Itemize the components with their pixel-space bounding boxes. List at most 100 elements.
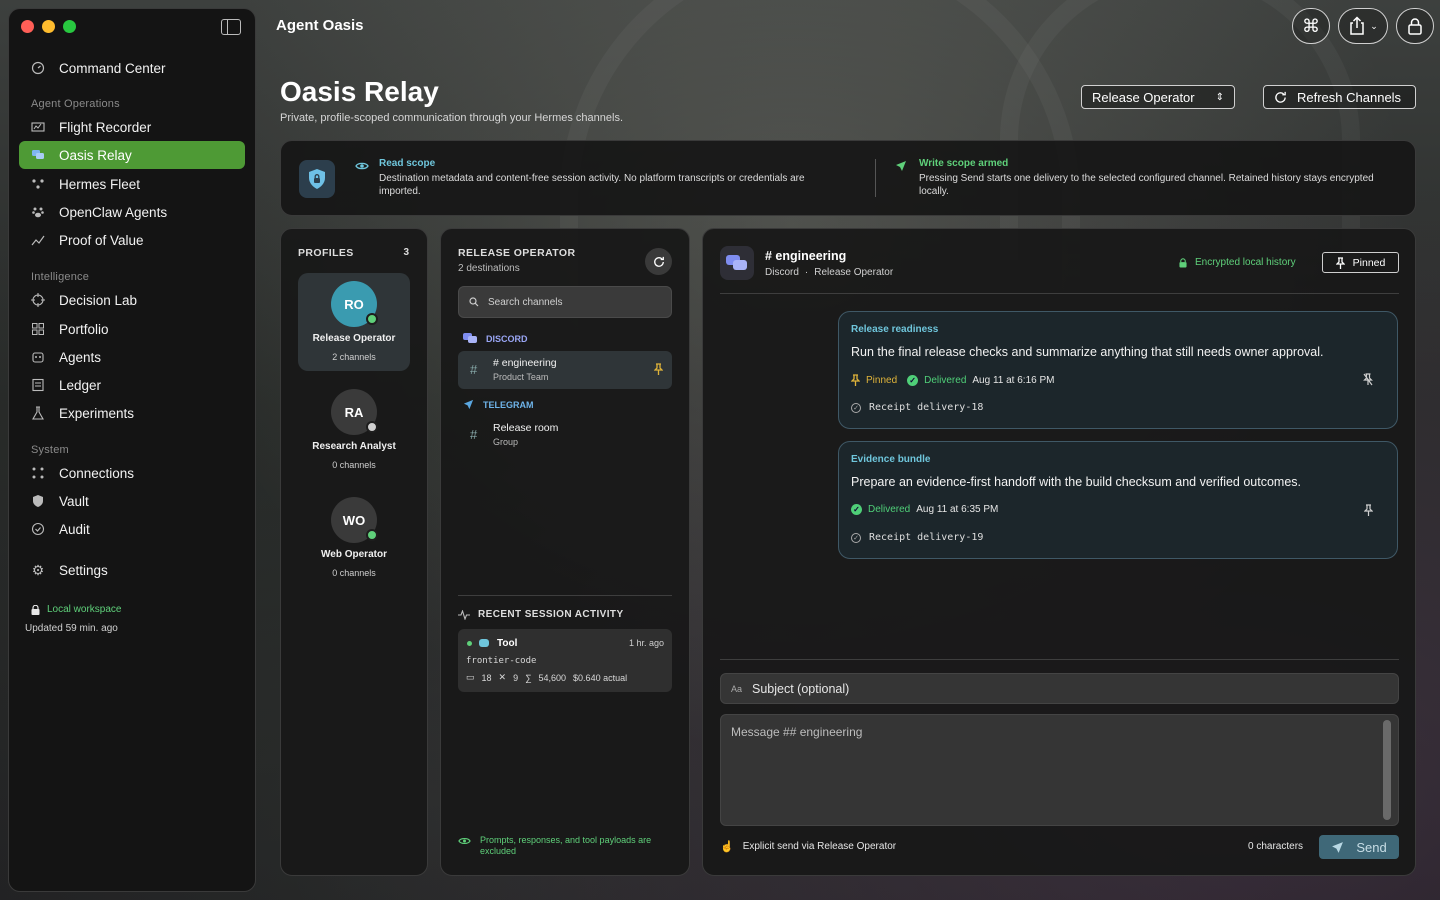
- message-card-evidence-bundle[interactable]: Evidence bundle Prepare an evidence-firs…: [838, 441, 1398, 559]
- lock-icon: [31, 604, 40, 615]
- profiles-label: PROFILES: [298, 247, 354, 259]
- lock-button[interactable]: [1396, 8, 1434, 44]
- write-scope: Write scope armed Pressing Send starts o…: [919, 158, 1389, 198]
- page-subtitle: Private, profile-scoped communication th…: [280, 112, 623, 124]
- sidebar-section-title: Intelligence: [31, 271, 90, 283]
- profiles-count: 3: [403, 247, 409, 258]
- sidebar-item-experiments[interactable]: Experiments: [19, 399, 245, 427]
- sidebar-item-label: Command Center: [59, 60, 166, 76]
- sidebar-item-oasis-relay[interactable]: Oasis Relay: [19, 141, 245, 169]
- sidebar-item-audit[interactable]: Audit: [19, 515, 245, 543]
- unpin-icon[interactable]: [1363, 373, 1373, 391]
- sidebar-section-title: System: [31, 444, 69, 456]
- sidebar-item-decision-lab[interactable]: Decision Lab: [19, 286, 245, 314]
- message-status-row: ✓ Delivered Aug 11 at 6:35 PM: [851, 504, 998, 515]
- status-online-dot: [366, 313, 378, 325]
- sidebar-item-label: Experiments: [59, 405, 135, 421]
- encrypted-label: Encrypted local history: [1195, 257, 1296, 268]
- platform-label: DISCORD: [486, 333, 528, 344]
- sidebar-item-flight-recorder[interactable]: Flight Recorder: [19, 113, 245, 141]
- activity-label: RECENT SESSION ACTIVITY: [478, 609, 624, 620]
- sidebar-item-agents[interactable]: Agents: [19, 343, 245, 371]
- sidebar-section-title: Agent Operations: [31, 98, 120, 110]
- share-button[interactable]: ⌄: [1338, 8, 1388, 44]
- check-icon: ✓: [851, 504, 862, 515]
- zoom-window-button[interactable]: [63, 20, 76, 33]
- sidebar-item-label: Hermes Fleet: [59, 176, 141, 192]
- profile-select-value: Release Operator: [1092, 89, 1195, 105]
- message-receipt: ✓ Receipt delivery-19: [851, 532, 983, 543]
- discord-icon: [726, 255, 747, 270]
- sidebar-item-openclaw-agents[interactable]: OpenClaw Agents: [19, 198, 245, 226]
- pin-icon: [653, 362, 664, 380]
- hash-icon: #: [470, 427, 478, 442]
- channel-item-release-room[interactable]: # Release room Group: [458, 416, 672, 454]
- profile-channels: 2 channels: [332, 352, 376, 362]
- sidebar-item-ledger[interactable]: Ledger: [19, 371, 245, 399]
- textarea-scrollbar[interactable]: [1383, 720, 1391, 820]
- chat-icon: [479, 639, 489, 647]
- sidebar-item-label: Settings: [59, 562, 108, 578]
- receipt-check-icon: ✓: [851, 532, 861, 543]
- profile-name: Release Operator: [312, 333, 396, 344]
- separator-dot: ·: [804, 267, 809, 278]
- workspace-label: Local workspace: [47, 604, 122, 615]
- profile-card-research-analyst[interactable]: RA Research Analyst 0 channels: [298, 381, 410, 479]
- refresh-channels-icon-button[interactable]: [645, 248, 672, 275]
- sum-icon: ∑: [525, 672, 532, 683]
- message-time: Aug 11 at 6:16 PM: [972, 374, 1055, 386]
- pinned-toggle-button[interactable]: Pinned: [1322, 252, 1399, 273]
- sidebar-item-label: Audit: [59, 521, 90, 537]
- profile-select[interactable]: Release Operator ⇕: [1081, 85, 1235, 109]
- sidebar-item-portfolio[interactable]: Portfolio: [19, 315, 245, 343]
- pinned-status: Pinned: [866, 374, 898, 386]
- pin-icon[interactable]: [1363, 503, 1374, 521]
- lock-icon: [1408, 17, 1422, 35]
- subject-input[interactable]: Aa Subject (optional): [720, 673, 1399, 704]
- conversation-platform: Discord: [765, 267, 799, 278]
- profile-card-release-operator[interactable]: RO Release Operator 2 channels: [298, 273, 410, 371]
- pulse-icon: [458, 609, 470, 620]
- profile-channels: 0 channels: [332, 568, 376, 578]
- message-time: Aug 11 at 6:35 PM: [916, 504, 999, 515]
- shield-icon: [31, 494, 45, 508]
- activity-card[interactable]: Tool 1 hr. ago frontier-code ▭ 18 ✕ 9 ∑ 54,…: [458, 629, 672, 692]
- sidebar-item-connections[interactable]: Connections: [19, 459, 245, 487]
- command-button[interactable]: ⌘: [1292, 8, 1330, 44]
- pinned-label: Pinned: [1352, 256, 1386, 269]
- sidebar-item-settings[interactable]: ⚙ Settings: [19, 556, 245, 584]
- read-scope-text: Destination metadata and content-free se…: [379, 173, 805, 197]
- channel-name: # engineering: [493, 357, 557, 369]
- workspace-status: Local workspace: [31, 604, 121, 615]
- hash-icon: #: [470, 362, 478, 377]
- platform-header-discord: DISCORD: [463, 333, 528, 344]
- sidebar-item-hermes-fleet[interactable]: Hermes Fleet: [19, 170, 245, 198]
- send-button[interactable]: Send: [1319, 835, 1399, 859]
- sidebar-toggle-icon[interactable]: [221, 19, 241, 35]
- channel-item-engineering[interactable]: # # engineering Product Team: [458, 351, 672, 389]
- sidebar-item-vault[interactable]: Vault: [19, 487, 245, 515]
- search-input[interactable]: Search channels: [458, 286, 672, 318]
- message-textarea[interactable]: Message ## engineering: [720, 714, 1399, 826]
- eye-icon: [355, 158, 369, 176]
- sidebar-item-command-center[interactable]: Command Center: [19, 54, 245, 82]
- message-icon: ▭: [466, 672, 475, 682]
- activity-stats: ▭ 18 ✕ 9 ∑ 54,600 $0.640 actual: [466, 672, 627, 683]
- scope-banner: Read scope Destination metadata and cont…: [280, 140, 1416, 216]
- connections-icon: [31, 466, 45, 480]
- minimize-window-button[interactable]: [42, 20, 55, 33]
- activity-model: frontier-code: [466, 656, 537, 666]
- read-scope: Read scope Destination metadata and cont…: [379, 158, 849, 198]
- message-body: Run the final release checks and summari…: [851, 345, 1324, 359]
- message-card-release-readiness[interactable]: Release readiness Run the final release …: [838, 311, 1398, 429]
- refresh-channels-button[interactable]: Refresh Channels: [1263, 85, 1416, 109]
- profile-card-web-operator[interactable]: WO Web Operator 0 channels: [298, 489, 410, 587]
- close-window-button[interactable]: [21, 20, 34, 33]
- sidebar-item-proof-of-value[interactable]: Proof of Value: [19, 226, 245, 254]
- sidebar-item-label: Decision Lab: [59, 292, 138, 308]
- refresh-icon: [653, 256, 664, 267]
- profile-name: Web Operator: [321, 549, 387, 560]
- share-icon: [1350, 16, 1364, 35]
- message-placeholder: Message ## engineering: [731, 725, 863, 739]
- write-scope-title: Write scope armed: [919, 158, 1009, 169]
